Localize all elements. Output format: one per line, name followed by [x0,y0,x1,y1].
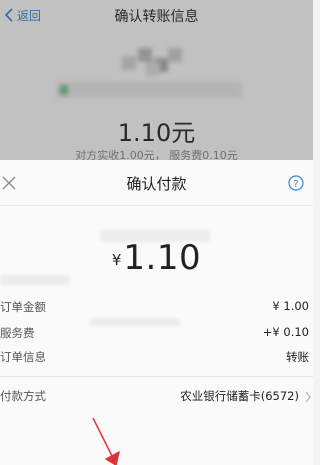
detail-row: 订单金额 ¥ 1.00 [0,297,313,317]
service-fee-label: 服务费 [0,326,35,340]
order-info-label: 订单信息 [0,350,46,364]
svg-text:?: ? [293,179,298,190]
payment-method-row[interactable]: 付款方式 农业银行储蓄卡(6572) [0,385,313,407]
order-info-value: 转账 [286,350,309,364]
divider [0,376,313,377]
service-fee-value: +¥ 0.10 [262,325,309,339]
detail-row: 服务费 +¥ 0.10 [0,323,313,343]
payment-amount: ¥1.10 [0,238,313,278]
payment-sheet: 确认付款 ? ¥1.10 订单金额 ¥ 1.00 服务费 +¥ 0.10 订单信… [0,160,313,465]
chevron-right-icon [305,391,311,403]
help-icon[interactable]: ? [288,175,304,191]
sheet-header: 确认付款 ? [0,160,313,206]
amount-value: 1.10 [123,238,202,278]
payment-method-value: 农业银行储蓄卡(6572) [180,389,299,403]
order-amount-value: ¥ 1.00 [272,299,309,313]
currency-symbol: ¥ [111,251,122,269]
detail-row: 订单信息 转账 [0,347,313,367]
payment-method-label: 付款方式 [0,389,46,403]
modal-overlay[interactable] [0,0,313,160]
order-amount-label: 订单金额 [0,300,46,314]
annotation-arrow-icon [92,418,120,465]
sheet-title: 确认付款 [126,175,187,193]
